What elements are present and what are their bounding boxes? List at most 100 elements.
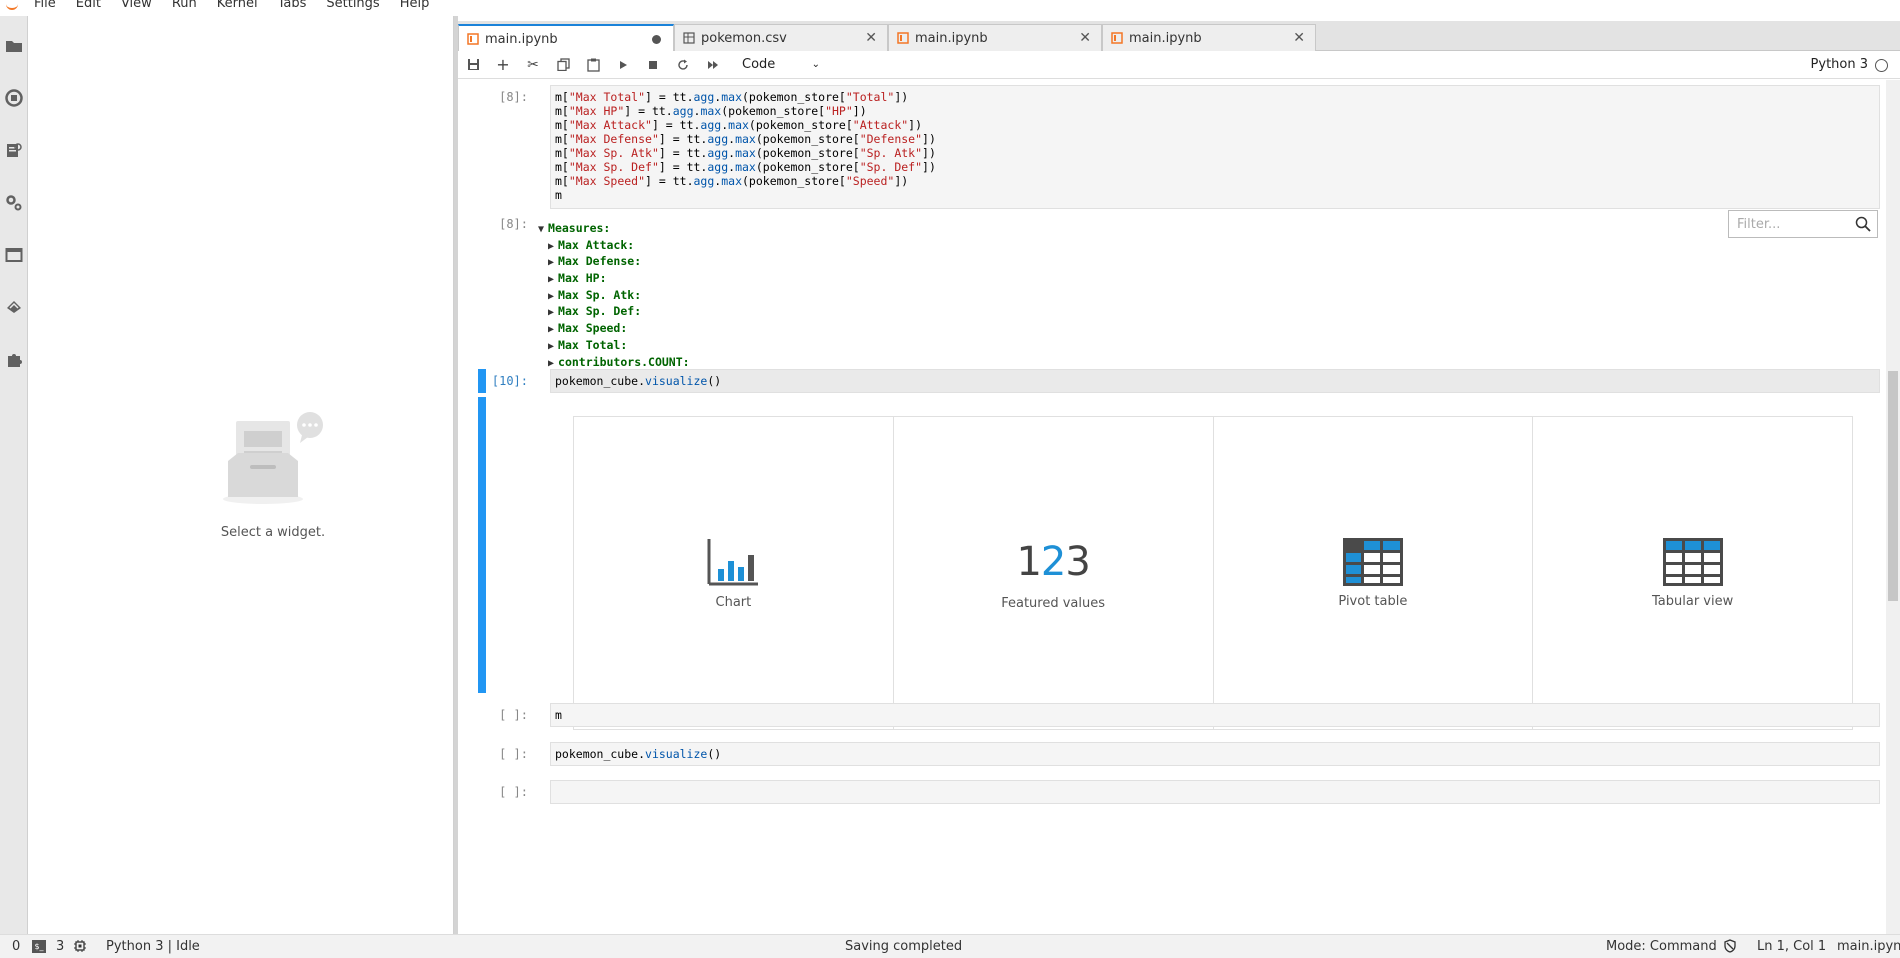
menu-edit[interactable]: Edit: [66, 0, 111, 12]
notebook-icon: [1111, 32, 1123, 44]
triangle-down-icon: ▼: [538, 224, 545, 235]
triangle-right-icon: ▶: [548, 357, 555, 369]
jupyter-logo-icon: [4, 0, 24, 16]
code-token: m[: [555, 132, 569, 146]
measure-row[interactable]: ▶ Max HP:: [548, 270, 690, 287]
code-attr: agg: [672, 104, 694, 118]
close-icon[interactable]: ✕: [865, 30, 877, 46]
notebook-content[interactable]: [8]: m["Max Total"] = tt.agg.max(pokemon…: [458, 80, 1900, 934]
code-editor-cell-empty-3[interactable]: [550, 780, 1880, 804]
menu-settings[interactable]: Settings: [316, 0, 389, 12]
copy-icon[interactable]: [548, 53, 578, 77]
close-icon[interactable]: ✕: [1079, 30, 1091, 46]
tab-main-ipynb-3[interactable]: main.ipynb ✕: [1102, 24, 1316, 51]
menu-run[interactable]: Run: [162, 0, 207, 12]
kernel-chip-icon[interactable]: [73, 939, 87, 957]
code-line: m["Max Attack"] = tt.agg.max(pokemon_sto…: [555, 118, 1875, 132]
current-file: main.ipynb: [1837, 939, 1900, 954]
cursor-position[interactable]: Ln 1, Col 1: [1757, 939, 1826, 954]
folder-icon[interactable]: [2, 34, 26, 58]
cut-icon[interactable]: ✂: [518, 53, 548, 77]
settings-gear-icon[interactable]: [2, 191, 26, 215]
widget-option-featured-values[interactable]: 123 Featured values: [894, 417, 1214, 729]
left-panel: Select a widget.: [28, 16, 454, 934]
notebook-icon: [897, 32, 909, 44]
add-cell-icon[interactable]: +: [488, 53, 518, 77]
measure-row[interactable]: ▶ Max Defense:: [548, 253, 690, 270]
code-string: "Max Sp. Def": [568, 160, 659, 174]
measure-row[interactable]: ▶ Max Total:: [548, 337, 690, 354]
stop-icon[interactable]: [638, 53, 668, 77]
cell-type-select[interactable]: Code ⌄: [736, 54, 826, 76]
fast-forward-icon[interactable]: [698, 53, 728, 77]
code-editor-cell-empty-1[interactable]: m: [550, 703, 1880, 727]
running-icon[interactable]: [2, 86, 26, 110]
code-editor-cell-empty-2[interactable]: pokemon_cube.visualize(): [550, 742, 1880, 766]
tab-main-ipynb-2[interactable]: main.ipynb ✕: [888, 24, 1102, 51]
measure-row[interactable]: ▶ Max Attack:: [548, 237, 690, 254]
code-line: m: [555, 188, 1875, 202]
code-token: (pokemon_store[: [755, 146, 860, 160]
measure-row[interactable]: ▶ Max Sp. Atk:: [548, 287, 690, 304]
code-line: m["Max HP"] = tt.agg.max(pokemon_store["…: [555, 104, 1875, 118]
measure-row[interactable]: ▶ contributors.COUNT:: [548, 354, 690, 371]
kernel-name[interactable]: Python 3: [1811, 57, 1868, 72]
code-token: ]): [894, 174, 909, 188]
menu-file[interactable]: File: [24, 0, 66, 12]
paste-icon[interactable]: [578, 53, 608, 77]
visualize-widget-picker: Chart 123 Featured values Pivot table Ta…: [573, 416, 1853, 730]
kernel-status[interactable]: Python 3 | Idle: [106, 939, 200, 954]
widget-label: Tabular view: [1652, 593, 1734, 609]
extension-puzzle-icon[interactable]: [2, 348, 26, 372]
unsaved-dot-icon[interactable]: [652, 35, 661, 44]
tab-label: main.ipynb: [485, 31, 558, 47]
code-token: ] = tt.: [645, 174, 694, 188]
tabular-view-icon: [1662, 537, 1723, 586]
code-token: (pokemon_store[: [742, 90, 846, 104]
code-token: (pokemon_store[: [755, 160, 860, 174]
code-editor-cell-8[interactable]: m["Max Total"] = tt.agg.max(pokemon_stor…: [550, 85, 1880, 209]
measure-row[interactable]: ▶ Max Speed:: [548, 320, 690, 337]
status-count-3[interactable]: 3: [56, 939, 64, 954]
code-attr: agg: [700, 118, 722, 132]
shield-icon[interactable]: [1723, 939, 1737, 957]
terminal-icon[interactable]: $_: [32, 940, 46, 953]
menu-tabs[interactable]: Tabs: [268, 0, 317, 12]
filter-input[interactable]: Filter...: [1728, 210, 1878, 238]
widget-label: Chart: [715, 594, 752, 610]
git-extension-icon[interactable]: [2, 295, 26, 319]
code-editor-cell-10[interactable]: pokemon_cube.visualize(): [550, 369, 1880, 393]
measures-title-row[interactable]: ▼ Measures:: [538, 220, 690, 237]
search-icon[interactable]: [1849, 211, 1877, 237]
run-icon[interactable]: [608, 53, 638, 77]
mode-indicator[interactable]: Mode: Command: [1606, 939, 1717, 954]
tab-pokemon-csv[interactable]: pokemon.csv ✕: [674, 24, 888, 51]
code-token: ] = tt.: [645, 90, 694, 104]
widget-option-pivot-table[interactable]: Pivot table: [1214, 417, 1534, 729]
active-output-indicator: [478, 397, 486, 693]
code-token: m[: [555, 90, 569, 104]
bar-chart-icon: [707, 538, 759, 585]
tabs-window-icon[interactable]: [2, 243, 26, 267]
cell-prompt: [10]:: [491, 374, 528, 388]
code-token: ] = tt.: [658, 160, 708, 174]
code-string: "Max Attack": [568, 118, 652, 132]
menu-kernel[interactable]: Kernel: [207, 0, 268, 12]
save-icon[interactable]: [458, 53, 488, 77]
scrollbar-thumb[interactable]: [1888, 371, 1898, 601]
chevron-down-icon: ⌄: [811, 59, 820, 70]
menu-help[interactable]: Help: [390, 0, 440, 12]
restart-icon[interactable]: [668, 53, 698, 77]
code-attr: max: [735, 146, 756, 160]
tab-main-ipynb-1[interactable]: main.ipynb: [458, 24, 674, 52]
status-count-0[interactable]: 0: [12, 939, 20, 954]
widget-option-chart[interactable]: Chart: [574, 417, 894, 729]
widget-option-tabular-view[interactable]: Tabular view: [1533, 417, 1852, 729]
measures-output: ▼ Measures: ▶ Max Attack: ▶ Max Defense: ▶ M…: [538, 220, 690, 371]
code-attr: max: [728, 118, 749, 132]
commands-icon[interactable]: [2, 138, 26, 162]
measure-row[interactable]: ▶ Max Sp. Def:: [548, 303, 690, 320]
code-string: "HP": [825, 104, 853, 118]
close-icon[interactable]: ✕: [1293, 30, 1305, 46]
menu-view[interactable]: View: [111, 0, 162, 12]
